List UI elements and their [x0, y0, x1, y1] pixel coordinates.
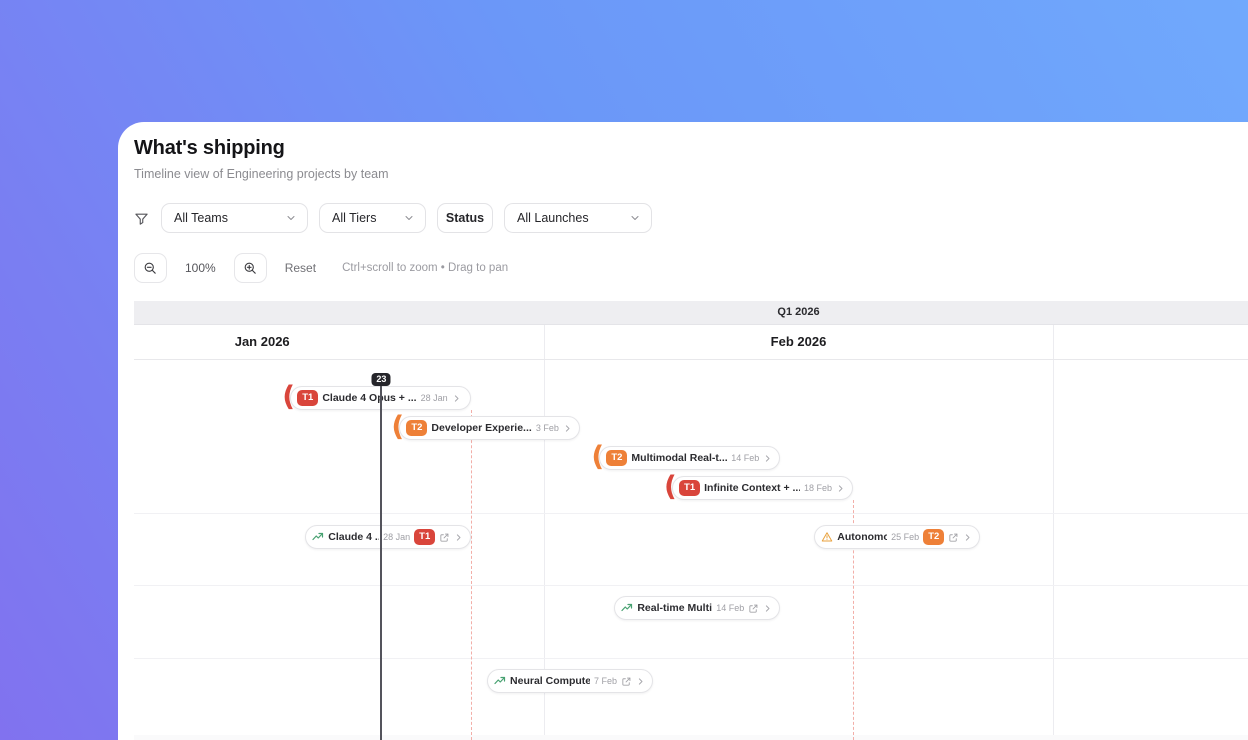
month-header-border [134, 359, 1248, 360]
timeline-canvas: Jan 2026Feb 2026Mar 202623(T1Claude 4 Op… [134, 325, 1248, 740]
deadline-bracket-icon: ( [664, 469, 677, 503]
chevron-right-icon [836, 484, 845, 493]
main-panel: What's shipping Timeline view of Enginee… [118, 122, 1248, 740]
status-filter-button[interactable]: Status [437, 203, 493, 233]
item-label: Claude 4 ... [328, 531, 380, 543]
item-date: 3 Feb [535, 423, 559, 433]
item-label: Multimodal Real-t... [631, 452, 728, 464]
item-label: Autonomo... [837, 531, 888, 543]
item-label: Claude 4 Opus + ... [322, 392, 417, 404]
page-header: What's shipping Timeline view of Enginee… [118, 122, 1248, 181]
item-date: 28 Jan [383, 532, 411, 542]
chevron-down-icon [403, 212, 415, 224]
today-line [380, 386, 382, 740]
chevron-right-icon [452, 394, 461, 403]
lane-separator [134, 585, 1248, 586]
timeline-item[interactable]: (T1 Infinite Context + ... 18 Feb [664, 472, 854, 500]
timeline-item[interactable]: Claude 4 ... 28 Jan T1 [305, 525, 472, 549]
timeline-item[interactable]: (T2 Multimodal Real-t... 14 Feb [591, 442, 781, 470]
timeline-view[interactable]: Q1 2026 Jan 2026Feb 2026Mar 202623(T1Cla… [134, 301, 1248, 740]
zoom-level: 100% [185, 261, 216, 275]
tier-badge: T2 [923, 529, 945, 545]
external-link-icon[interactable] [748, 603, 759, 614]
item-date: 14 Feb [716, 603, 745, 613]
month-gridline [1053, 325, 1055, 740]
trending-up-icon [312, 531, 324, 543]
tier-badge: T2 [606, 450, 628, 466]
zoom-in-button[interactable] [233, 253, 267, 283]
lane-separator [134, 658, 1248, 659]
chevron-right-icon [763, 454, 772, 463]
zoom-toolbar: 100% Reset Ctrl+scroll to zoom • Drag to… [134, 253, 1232, 283]
deadline-bracket-icon: ( [591, 439, 605, 473]
timeline-item[interactable]: Autonomo...25 FebT2 [814, 525, 981, 549]
item-label: Infinite Context + ... [704, 482, 800, 494]
month-label: Feb 2026 [770, 334, 827, 349]
timeline-item[interactable]: Neural Computer...7 Feb [487, 669, 654, 693]
item-date: 25 Feb [891, 532, 920, 542]
external-link-icon[interactable] [948, 532, 959, 543]
deadline-bracket-icon: ( [282, 379, 296, 413]
reset-zoom-button[interactable]: Reset [285, 261, 316, 275]
chevron-right-icon [454, 533, 463, 542]
external-link-icon[interactable] [439, 532, 450, 543]
item-label: Neural Computer... [510, 675, 591, 687]
chevron-right-icon [563, 424, 572, 433]
zoom-in-icon [243, 261, 258, 276]
status-filter-label: Status [445, 211, 485, 225]
tier-badge: T1 [414, 529, 436, 545]
month-label: Jan 2026 [234, 334, 290, 349]
chevron-right-icon [636, 677, 645, 686]
bottom-row-band [134, 735, 1248, 740]
item-label: Real-time Multi... [637, 602, 712, 614]
zoom-out-button[interactable] [134, 253, 167, 283]
quarter-header-row: Q1 2026 [134, 301, 1248, 325]
item-date: 28 Jan [420, 393, 448, 403]
teams-filter-dropdown[interactable]: All Teams [161, 203, 308, 233]
timeline-item[interactable]: Real-time Multi... 14 Feb [614, 596, 781, 620]
zoom-hint: Ctrl+scroll to zoom • Drag to pan [342, 262, 509, 274]
tier-badge: T1 [297, 390, 319, 406]
filter-icon [134, 211, 150, 226]
tiers-filter-value: All Tiers [332, 211, 377, 225]
chevron-right-icon [763, 604, 772, 613]
timeline-item[interactable]: (T2 Developer Experie... 3 Feb [391, 412, 581, 440]
today-marker: 23 [371, 373, 391, 386]
page-title: What's shipping [134, 137, 285, 159]
item-date: 18 Feb [804, 483, 833, 493]
chevron-down-icon [629, 212, 641, 224]
chevron-down-icon [285, 212, 297, 224]
warning-icon [821, 531, 833, 543]
launches-filter-value: All Launches [517, 211, 589, 225]
item-date: 7 Feb [594, 676, 618, 686]
tiers-filter-dropdown[interactable]: All Tiers [319, 203, 426, 233]
external-link-icon[interactable] [621, 676, 632, 687]
tier-badge: T2 [406, 420, 428, 436]
zoom-out-icon [143, 261, 158, 276]
tier-badge: T1 [679, 480, 701, 496]
item-label: Developer Experie... [431, 422, 532, 434]
item-date: 14 Feb [731, 453, 760, 463]
launches-filter-dropdown[interactable]: All Launches [504, 203, 652, 233]
trending-up-icon [494, 675, 506, 687]
trending-up-icon [621, 602, 633, 614]
lane-separator [134, 513, 1248, 514]
chevron-right-icon [963, 533, 972, 542]
teams-filter-value: All Teams [174, 211, 228, 225]
quarter-label: Q1 2026 [777, 306, 820, 318]
deadline-bracket-icon: ( [391, 409, 405, 443]
deadline-marker-line [471, 410, 473, 740]
page-subtitle: Timeline view of Engineering projects by… [134, 167, 389, 181]
filter-toolbar: All Teams All Tiers Status All Launches [134, 203, 1232, 233]
